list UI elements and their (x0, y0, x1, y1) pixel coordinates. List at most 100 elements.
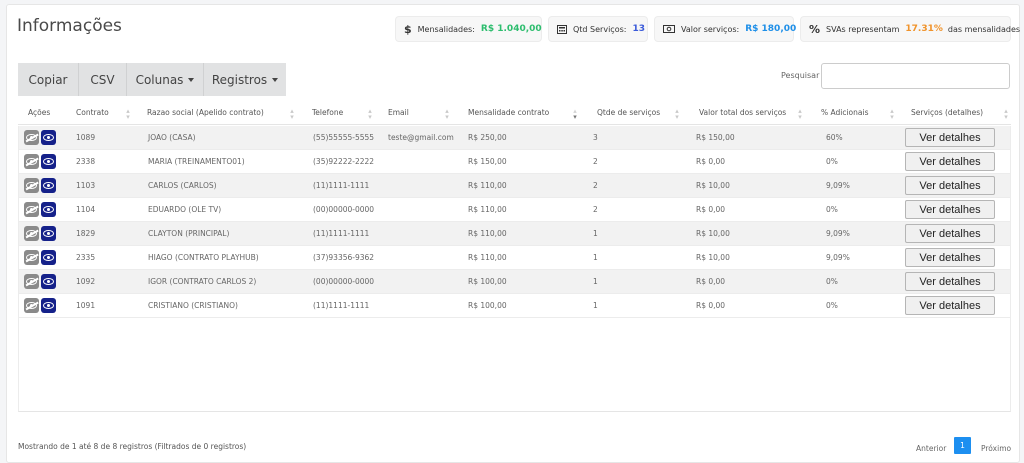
col-header-acoes[interactable]: Ações (28, 108, 50, 117)
cell-qtde: 2 (593, 157, 598, 166)
sort-icon[interactable]: ▴ ▾ (889, 108, 895, 121)
csv-button[interactable]: CSV (79, 63, 127, 96)
cell-razao: CRISTIANO (CRISTIANO) (148, 301, 238, 310)
stat-value: 13 (632, 24, 645, 34)
cell-mensalidade: R$ 110,00 (468, 181, 507, 190)
view-icon[interactable] (41, 154, 56, 169)
cell-adicionais: 9,09% (826, 253, 850, 262)
sort-icon[interactable]: ▴ ▾ (674, 108, 680, 121)
table-row: 1092 IGOR (CONTRATO CARLOS 2) (00)00000-… (19, 270, 1010, 294)
col-header-qtde[interactable]: Qtde de serviços (597, 108, 660, 117)
table-header: Ações Contrato ▴ ▾ Razao social (Apelido … (18, 103, 1011, 125)
table-row: 2335 HIAGO (CONTRATO PLAYHUB) (37)93356-… (19, 246, 1010, 270)
cell-telefone: (00)00000-0000 (313, 205, 375, 214)
details-button[interactable]: Ver detalhes (905, 296, 995, 315)
cell-valor: R$ 10,00 (696, 181, 730, 190)
col-header-telefone[interactable]: Telefone (312, 108, 343, 117)
stat-mensalidades: $ Mensalidades: R$ 1.040,00 (395, 16, 542, 42)
sort-icon[interactable]: ▴ ▾ (1003, 108, 1009, 121)
hide-icon[interactable] (24, 130, 39, 145)
stat-value: R$ 180,00 (745, 24, 797, 34)
view-icon[interactable] (41, 202, 56, 217)
stat-value: R$ 1.040,00 (480, 24, 542, 34)
hide-icon[interactable] (24, 178, 39, 193)
col-header-adicionais[interactable]: % Adicionais (821, 108, 869, 117)
hide-icon[interactable] (24, 202, 39, 217)
cell-valor: R$ 0,00 (696, 205, 726, 214)
sort-icon[interactable]: ▴ ▾ (367, 108, 373, 121)
pagination-next[interactable]: Próximo (981, 444, 1011, 453)
cell-razao: HIAGO (CONTRATO PLAYHUB) (148, 253, 259, 262)
details-button[interactable]: Ver detalhes (905, 200, 995, 219)
cell-adicionais: 0% (826, 205, 838, 214)
hide-icon[interactable] (24, 226, 39, 241)
money-bill-icon (663, 25, 675, 33)
details-button[interactable]: Ver detalhes (905, 176, 995, 195)
search-input[interactable] (821, 63, 1010, 89)
records-dropdown-button[interactable]: Registros (204, 63, 286, 96)
cell-razao: MARIA (TREINAMENTO01) (148, 157, 245, 166)
stat-label: SVAs representam (826, 24, 900, 34)
details-button[interactable]: Ver detalhes (905, 272, 995, 291)
view-icon[interactable] (41, 250, 56, 265)
view-icon[interactable] (41, 178, 56, 193)
info-card: Informações $ Mensalidades: R$ 1.040,00 … (6, 4, 1020, 463)
view-icon[interactable] (41, 226, 56, 241)
cell-adicionais: 0% (826, 277, 838, 286)
col-header-contrato[interactable]: Contrato (76, 108, 109, 117)
col-header-razao-social[interactable]: Razao social (Apelido contrato) (147, 108, 264, 117)
table-body: 1089 JOAO (CASA) (55)55555-5555 teste@gm… (18, 126, 1011, 412)
col-header-email[interactable]: Email (388, 108, 409, 117)
cell-mensalidade: R$ 110,00 (468, 253, 507, 262)
details-button[interactable]: Ver detalhes (905, 128, 995, 147)
stat-label: Mensalidades: (417, 24, 475, 34)
cell-telefone: (35)92222-2222 (313, 157, 375, 166)
cell-qtde: 1 (593, 277, 598, 286)
hide-icon[interactable] (24, 298, 39, 313)
sort-icon[interactable]: ▴ ▾ (289, 108, 295, 121)
cell-mensalidade: R$ 250,00 (468, 133, 507, 142)
cell-contrato: 1103 (76, 181, 96, 190)
columns-dropdown-button[interactable]: Colunas (127, 63, 204, 96)
cell-telefone: (11)1111-1111 (313, 301, 370, 310)
table-row: 1089 JOAO (CASA) (55)55555-5555 teste@gm… (19, 126, 1010, 150)
cell-adicionais: 0% (826, 157, 838, 166)
view-icon[interactable] (41, 274, 56, 289)
view-icon[interactable] (41, 298, 56, 313)
search-label: Pesquisar (781, 71, 820, 80)
caret-down-icon (272, 77, 279, 82)
details-button[interactable]: Ver detalhes (905, 224, 995, 243)
cell-valor: R$ 0,00 (696, 157, 726, 166)
stat-label: Qtd Serviços: (573, 24, 627, 34)
col-header-valor-total[interactable]: Valor total dos serviços (699, 108, 786, 117)
cell-mensalidade: R$ 100,00 (468, 301, 507, 310)
cell-qtde: 2 (593, 181, 598, 190)
table-row: 1091 CRISTIANO (CRISTIANO) (11)1111-1111… (19, 294, 1010, 318)
caret-down-icon (188, 77, 195, 82)
details-button[interactable]: Ver detalhes (905, 248, 995, 267)
pagination-page-1[interactable]: 1 (954, 437, 971, 454)
details-button[interactable]: Ver detalhes (905, 152, 995, 171)
view-icon[interactable] (41, 130, 56, 145)
stat-suffix: das mensalidades (947, 24, 1021, 34)
sort-icon[interactable]: ▴ ▾ (125, 108, 131, 121)
percent-icon: % (809, 22, 821, 36)
records-label: Registros (211, 72, 268, 87)
hide-icon[interactable] (24, 274, 39, 289)
col-header-servicos[interactable]: Serviços (detalhes) (911, 108, 983, 117)
cell-mensalidade: R$ 100,00 (468, 277, 507, 286)
col-header-mensalidade[interactable]: Mensalidade contrato (468, 108, 549, 117)
cell-adicionais: 9,09% (826, 181, 850, 190)
hide-icon[interactable] (24, 154, 39, 169)
cell-qtde: 1 (593, 253, 598, 262)
pagination-prev[interactable]: Anterior (916, 444, 946, 453)
sort-icon[interactable]: ▴ ▾ (797, 108, 803, 121)
cell-qtde: 1 (593, 229, 598, 238)
sort-icon[interactable]: ▴ ▾ (444, 108, 450, 121)
sort-desc-icon[interactable]: ▴ ▾ (572, 108, 578, 121)
cell-mensalidade: R$ 110,00 (468, 205, 507, 214)
copy-button[interactable]: Copiar (18, 63, 79, 96)
cell-adicionais: 9,09% (826, 229, 850, 238)
hide-icon[interactable] (24, 250, 39, 265)
cell-qtde: 1 (593, 301, 598, 310)
